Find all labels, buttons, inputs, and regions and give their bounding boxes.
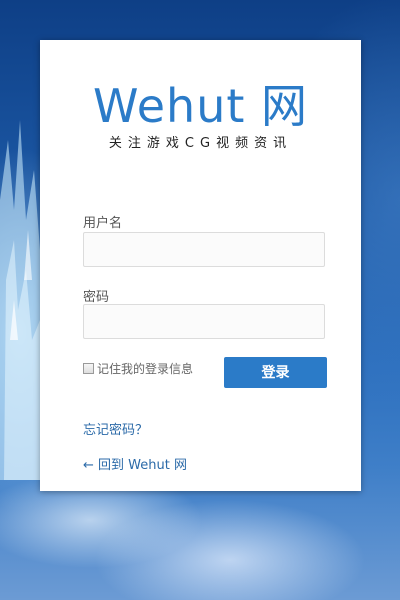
back-to-site-link[interactable]: ← 回到 Wehut 网 — [83, 454, 187, 473]
remember-label: 记住我的登录信息 — [97, 362, 194, 376]
remember-checkbox[interactable] — [83, 363, 94, 374]
site-tagline: 关注游戏CG视频资讯 — [108, 136, 293, 151]
forgot-password-link[interactable]: 忘记密码？ — [83, 419, 148, 438]
password-label: 密码 — [83, 290, 110, 305]
username-input[interactable] — [83, 232, 325, 267]
login-button[interactable]: 登录 — [224, 357, 327, 388]
username-label: 用户名 — [83, 216, 123, 231]
site-logo[interactable]: Wehut 网 — [40, 70, 361, 136]
login-card: Wehut 网 关注游戏CG视频资讯 用户名 密码 记住我的登录信息 登录 忘记… — [40, 40, 361, 491]
remember-me[interactable]: 记住我的登录信息 — [83, 360, 193, 377]
password-input[interactable] — [83, 304, 325, 339]
